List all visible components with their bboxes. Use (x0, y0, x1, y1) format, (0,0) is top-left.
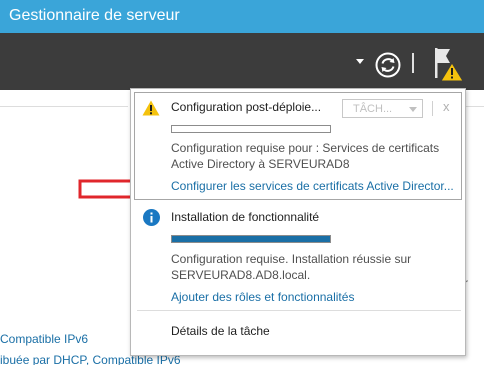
refresh-icon[interactable] (375, 52, 401, 78)
task-dropdown-label: TÂCH... (353, 103, 393, 115)
configure-certificate-services-link[interactable]: Configurer les services de certificats A… (171, 179, 454, 193)
close-icon[interactable]: x (443, 99, 450, 114)
chevron-down-icon (409, 107, 417, 112)
toolbar (0, 33, 484, 90)
warning-icon (142, 100, 160, 116)
background-network-text[interactable]: Compatible IPv6 (0, 332, 88, 346)
caret-down-icon[interactable] (356, 59, 364, 64)
task-dropdown-button[interactable]: TÂCH... (342, 99, 423, 118)
notification-message: Configuration requise pour : Services de… (171, 141, 440, 155)
notification-title: Configuration post-déploie... (171, 100, 322, 114)
progress-bar (171, 125, 331, 133)
notification-message: Configuration requise. Installation réus… (171, 252, 412, 266)
info-icon (143, 209, 160, 226)
title-bar: Gestionnaire de serveur (0, 0, 484, 33)
add-roles-features-link[interactable]: Ajouter des rôles et fonctionnalités (171, 290, 354, 304)
toolbar-separator (412, 53, 414, 73)
notification-message: SERVEURAD8.AD8.local. (171, 268, 311, 282)
popup-divider (137, 310, 461, 311)
task-details-link[interactable]: Détails de la tâche (171, 324, 270, 338)
progress-bar (171, 235, 331, 243)
background-divider (0, 106, 128, 107)
progress-fill (172, 236, 330, 242)
background-divider (466, 106, 484, 107)
notification-separator (432, 101, 433, 116)
window-title: Gestionnaire de serveur (9, 7, 180, 24)
notification-message: Active Directory à SERVEURAD8 (171, 157, 350, 171)
flag-warning-icon[interactable] (430, 46, 468, 84)
notification-title: Installation de fonctionnalité (171, 210, 320, 224)
